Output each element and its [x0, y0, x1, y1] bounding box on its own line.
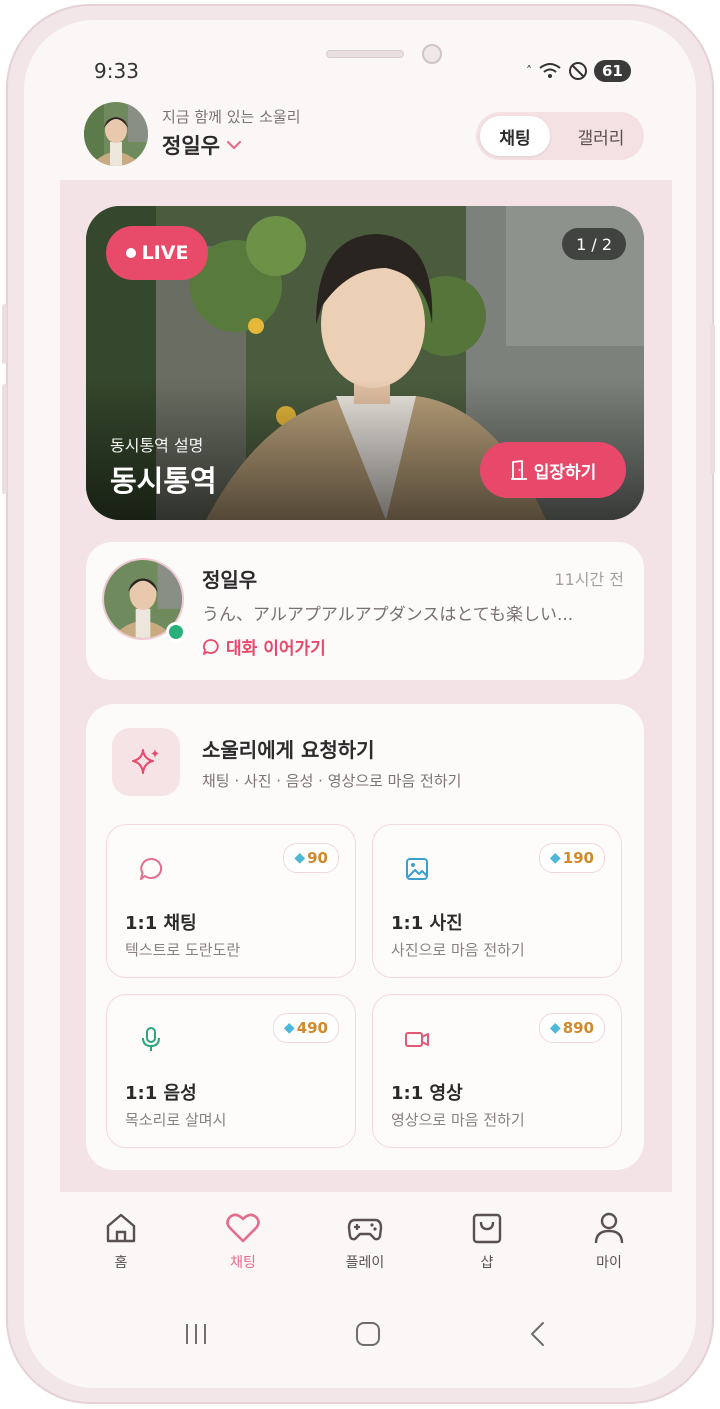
live-dot-icon — [125, 248, 136, 258]
tile-title: 1:1 채팅 — [125, 913, 197, 934]
battery-indicator: 61 — [594, 60, 631, 82]
tab-chat[interactable]: 채팅 — [198, 1210, 288, 1284]
tab-home[interactable]: 홈 — [76, 1210, 166, 1284]
request-voice-tile[interactable]: ◆ 490 1:1 음성 목소리로 살며시 — [106, 994, 356, 1148]
toggle-chat[interactable]: 채팅 — [480, 116, 550, 156]
chevron-down-icon — [226, 140, 242, 150]
screen: 9:33 ˄ 61 지금 함께 있는 소울리 정일우 채팅 갤러리 LIVE 1… — [24, 20, 696, 1388]
price-badge: ◆ 90 — [283, 843, 339, 873]
request-photo-tile[interactable]: ◆ 190 1:1 사진 사진으로 마음 전하기 — [372, 824, 622, 978]
wifi-icon — [539, 63, 561, 78]
bottom-tab-bar: 홈 채팅 플레이 샵 마이 — [60, 1200, 672, 1290]
tab-label: 샵 — [480, 1255, 494, 1271]
request-subtitle: 채팅 · 사진 · 음성 · 영상으로 마음 전하기 — [202, 772, 462, 790]
power-button — [710, 324, 715, 474]
status-bar: 9:33 ˄ 61 — [24, 20, 696, 90]
home-icon — [106, 1213, 136, 1243]
status-icons: ˄ 61 — [526, 58, 631, 84]
character-selector[interactable]: 정일우 — [162, 130, 242, 160]
diamond-icon: ◆ — [283, 1020, 295, 1036]
tile-title: 1:1 음성 — [125, 1083, 197, 1104]
phone-frame: 9:33 ˄ 61 지금 함께 있는 소울리 정일우 채팅 갤러리 LIVE 1… — [2, 4, 715, 1404]
shopping-bag-icon — [472, 1213, 502, 1244]
live-badge: LIVE — [106, 226, 208, 280]
continue-chat-label: 대화 이어가기 — [226, 639, 326, 659]
price-badge: ◆ 490 — [272, 1013, 339, 1043]
tab-play[interactable]: 플레이 — [320, 1210, 410, 1284]
front-camera — [422, 44, 442, 64]
home-button[interactable] — [348, 1314, 388, 1354]
microphone-icon — [142, 1027, 160, 1051]
diamond-icon: ◆ — [549, 1020, 561, 1036]
tab-label: 홈 — [114, 1255, 128, 1271]
request-chat-tile[interactable]: ◆ 90 1:1 채팅 텍스트로 도란도란 — [106, 824, 356, 978]
live-description: 동시통역 설명 — [110, 436, 204, 455]
tab-label: 마이 — [596, 1255, 622, 1271]
tab-shop[interactable]: 샵 — [442, 1210, 532, 1284]
tile-description: 사진으로 마음 전하기 — [391, 941, 525, 959]
tile-description: 텍스트로 도란도란 — [125, 941, 241, 959]
gamepad-icon — [347, 1218, 383, 1241]
video-camera-icon — [405, 1032, 429, 1047]
tile-title: 1:1 사진 — [391, 913, 463, 934]
price-value: 190 — [562, 849, 594, 867]
earpiece-speaker — [326, 50, 404, 58]
request-card: 소울리에게 요청하기 채팅 · 사진 · 음성 · 영상으로 마음 전하기 ◆ 9… — [86, 704, 644, 1170]
live-badge-label: LIVE — [141, 242, 189, 264]
tab-my[interactable]: 마이 — [564, 1210, 654, 1284]
banner-page-counter: 1 / 2 — [562, 228, 626, 260]
image-icon — [406, 858, 428, 880]
character-name: 정일우 — [162, 134, 220, 158]
chat-name: 정일우 — [202, 568, 258, 592]
back-chevron-icon — [531, 1322, 544, 1346]
continue-chat-button[interactable]: 대화 이어가기 — [202, 634, 326, 659]
diamond-icon: ◆ — [294, 850, 306, 866]
chat-bubble-icon — [203, 638, 219, 655]
system-navigation-bar — [24, 1314, 696, 1354]
chat-timestamp: 11시간 전 — [554, 570, 624, 589]
price-badge: ◆ 190 — [538, 843, 605, 873]
tile-description: 영상으로 마음 전하기 — [391, 1111, 525, 1129]
price-value: 490 — [296, 1019, 328, 1037]
signal-icon: ˄ — [526, 64, 532, 78]
clock: 9:33 — [94, 59, 139, 83]
price-value: 90 — [307, 849, 328, 867]
live-title: 동시통역 — [110, 464, 217, 498]
chat-bubble-icon — [140, 857, 163, 880]
tile-title: 1:1 영상 — [391, 1083, 463, 1104]
recent-apps-icon — [186, 1324, 206, 1344]
person-icon — [594, 1212, 624, 1244]
diamond-icon: ◆ — [549, 850, 561, 866]
header: 지금 함께 있는 소울리 정일우 채팅 갤러리 — [24, 100, 696, 180]
volume-button — [2, 304, 7, 364]
header-subtitle: 지금 함께 있는 소울리 — [162, 108, 301, 126]
volume-button — [2, 384, 7, 494]
request-title: 소울리에게 요청하기 — [202, 738, 375, 762]
live-banner[interactable]: LIVE 1 / 2 동시통역 설명 동시통역 입장하기 — [86, 206, 644, 520]
home-square-icon — [356, 1322, 380, 1346]
request-video-tile[interactable]: ◆ 890 1:1 영상 영상으로 마음 전하기 — [372, 994, 622, 1148]
do-not-disturb-icon — [569, 62, 587, 80]
tile-description: 목소리로 살며시 — [125, 1111, 227, 1129]
tab-label: 플레이 — [345, 1255, 385, 1271]
online-status-dot — [166, 622, 186, 642]
sparkle-icon — [112, 728, 180, 796]
toggle-gallery[interactable]: 갤러리 — [562, 116, 640, 156]
price-value: 890 — [562, 1019, 594, 1037]
enter-button[interactable]: 입장하기 — [480, 442, 626, 498]
heart-icon — [226, 1213, 260, 1243]
tab-label: 채팅 — [230, 1255, 256, 1271]
avatar[interactable] — [84, 102, 148, 166]
enter-button-label: 입장하기 — [533, 462, 597, 483]
price-badge: ◆ 890 — [538, 1013, 605, 1043]
recent-apps-button[interactable] — [176, 1314, 216, 1354]
recent-chat-card[interactable]: 정일우 11시간 전 うん、アルアプアルアプダンスはとても楽しい... 대화 이… — [86, 542, 644, 680]
chat-last-message: うん、アルアプアルアプダンスはとても楽しい... — [202, 605, 574, 625]
back-button[interactable] — [518, 1314, 558, 1354]
door-icon — [510, 460, 527, 480]
view-toggle: 채팅 갤러리 — [476, 112, 644, 160]
